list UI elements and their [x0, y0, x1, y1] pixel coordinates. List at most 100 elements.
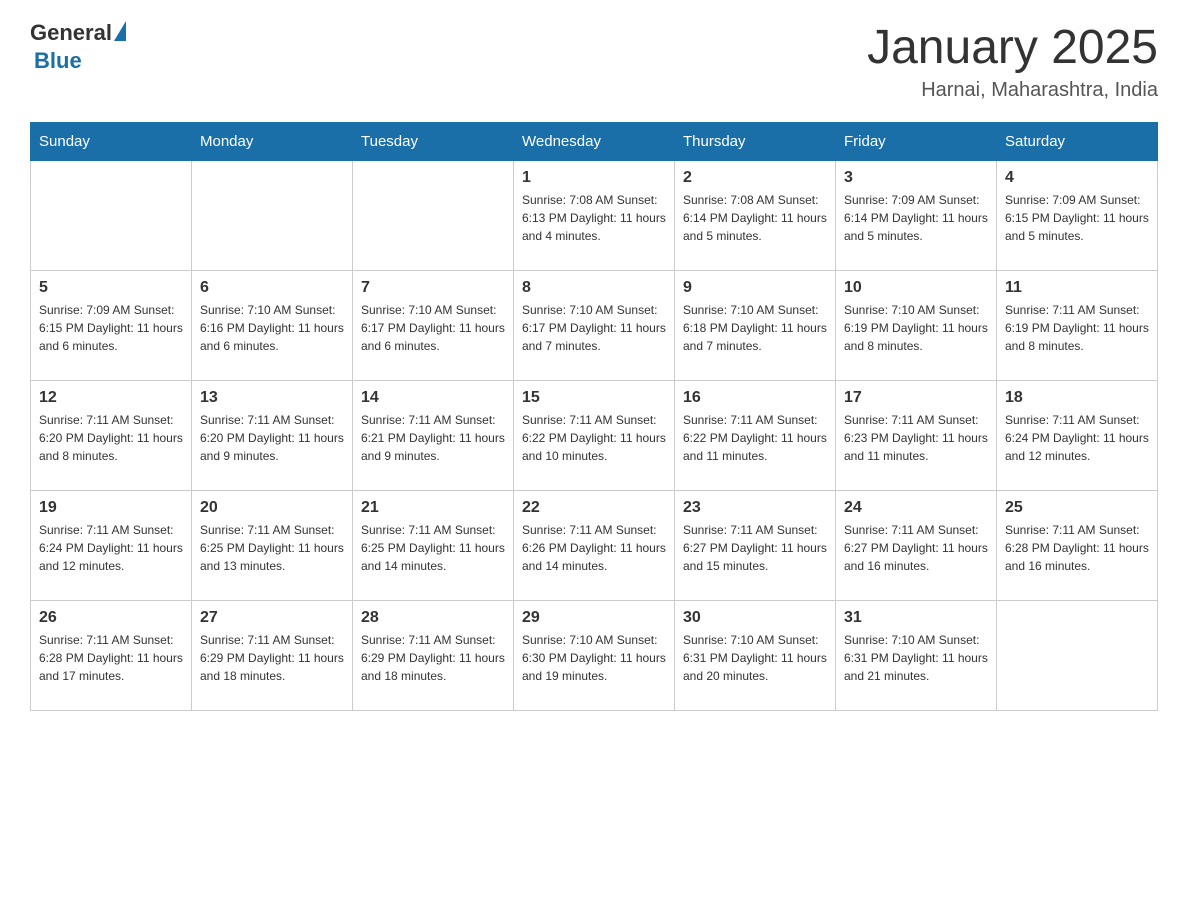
calendar-cell — [353, 161, 514, 271]
day-info: Sunrise: 7:10 AM Sunset: 6:17 PM Dayligh… — [522, 301, 666, 355]
day-info: Sunrise: 7:11 AM Sunset: 6:25 PM Dayligh… — [361, 521, 505, 575]
calendar-week-row: 12 Sunrise: 7:11 AM Sunset: 6:20 PM Dayli… — [31, 381, 1158, 491]
day-info: Sunrise: 7:10 AM Sunset: 6:30 PM Dayligh… — [522, 631, 666, 685]
day-number: 9 — [683, 279, 827, 297]
calendar-cell: 3 Sunrise: 7:09 AM Sunset: 6:14 PM Daylig… — [836, 161, 997, 271]
calendar-cell: 18 Sunrise: 7:11 AM Sunset: 6:24 PM Dayli… — [997, 381, 1158, 491]
page-header: General Blue January 2025 Harnai, Mahara… — [30, 20, 1158, 102]
calendar-body: 1 Sunrise: 7:08 AM Sunset: 6:13 PM Daylig… — [31, 161, 1158, 711]
day-number: 23 — [683, 499, 827, 517]
day-number: 12 — [39, 389, 183, 407]
calendar-day-header: Monday — [192, 123, 353, 161]
calendar-cell: 13 Sunrise: 7:11 AM Sunset: 6:20 PM Dayli… — [192, 381, 353, 491]
calendar-week-row: 26 Sunrise: 7:11 AM Sunset: 6:28 PM Dayli… — [31, 601, 1158, 711]
calendar-cell: 2 Sunrise: 7:08 AM Sunset: 6:14 PM Daylig… — [675, 161, 836, 271]
day-info: Sunrise: 7:11 AM Sunset: 6:26 PM Dayligh… — [522, 521, 666, 575]
logo-general-text: General — [30, 20, 112, 46]
calendar-cell: 4Sunrise: 7:09 AM Sunset: 6:15 PM Daylig… — [997, 161, 1158, 271]
calendar-day-header: Tuesday — [353, 123, 514, 161]
calendar-cell: 19Sunrise: 7:11 AM Sunset: 6:24 PM Dayli… — [31, 491, 192, 601]
calendar-day-header: Friday — [836, 123, 997, 161]
day-info: Sunrise: 7:10 AM Sunset: 6:16 PM Dayligh… — [200, 301, 344, 355]
day-info: Sunrise: 7:11 AM Sunset: 6:22 PM Dayligh… — [522, 411, 666, 465]
day-number: 13 — [200, 389, 344, 407]
day-number: 17 — [844, 389, 988, 407]
day-info: Sunrise: 7:10 AM Sunset: 6:19 PM Dayligh… — [844, 301, 988, 355]
calendar-cell: 12 Sunrise: 7:11 AM Sunset: 6:20 PM Dayli… — [31, 381, 192, 491]
calendar-header: SundayMondayTuesdayWednesdayThursdayFrid… — [31, 123, 1158, 161]
calendar-week-row: 5 Sunrise: 7:09 AM Sunset: 6:15 PM Daylig… — [31, 271, 1158, 381]
day-number: 24 — [844, 499, 988, 517]
day-info: Sunrise: 7:08 AM Sunset: 6:14 PM Dayligh… — [683, 191, 827, 245]
day-number: 18 — [1005, 389, 1149, 407]
calendar-cell: 6 Sunrise: 7:10 AM Sunset: 6:16 PM Daylig… — [192, 271, 353, 381]
day-info: Sunrise: 7:11 AM Sunset: 6:21 PM Dayligh… — [361, 411, 505, 465]
day-info: Sunrise: 7:10 AM Sunset: 6:31 PM Dayligh… — [683, 631, 827, 685]
day-number: 3 — [844, 169, 988, 187]
month-title: January 2025 — [867, 20, 1158, 75]
calendar-cell: 9 Sunrise: 7:10 AM Sunset: 6:18 PM Daylig… — [675, 271, 836, 381]
calendar-week-row: 19Sunrise: 7:11 AM Sunset: 6:24 PM Dayli… — [31, 491, 1158, 601]
day-info: Sunrise: 7:11 AM Sunset: 6:24 PM Dayligh… — [1005, 411, 1149, 465]
day-number: 8 — [522, 279, 666, 297]
day-info: Sunrise: 7:11 AM Sunset: 6:29 PM Dayligh… — [361, 631, 505, 685]
day-number: 28 — [361, 609, 505, 627]
day-number: 25 — [1005, 499, 1149, 517]
day-info: Sunrise: 7:11 AM Sunset: 6:20 PM Dayligh… — [200, 411, 344, 465]
calendar-header-row: SundayMondayTuesdayWednesdayThursdayFrid… — [31, 123, 1158, 161]
calendar-cell: 1 Sunrise: 7:08 AM Sunset: 6:13 PM Daylig… — [514, 161, 675, 271]
day-number: 6 — [200, 279, 344, 297]
day-number: 21 — [361, 499, 505, 517]
day-info: Sunrise: 7:11 AM Sunset: 6:27 PM Dayligh… — [683, 521, 827, 575]
calendar-cell: 31Sunrise: 7:10 AM Sunset: 6:31 PM Dayli… — [836, 601, 997, 711]
calendar-cell: 20 Sunrise: 7:11 AM Sunset: 6:25 PM Dayli… — [192, 491, 353, 601]
day-info: Sunrise: 7:09 AM Sunset: 6:15 PM Dayligh… — [39, 301, 183, 355]
day-info: Sunrise: 7:11 AM Sunset: 6:28 PM Dayligh… — [1005, 521, 1149, 575]
day-info: Sunrise: 7:10 AM Sunset: 6:17 PM Dayligh… — [361, 301, 505, 355]
day-info: Sunrise: 7:11 AM Sunset: 6:19 PM Dayligh… — [1005, 301, 1149, 355]
calendar-day-header: Wednesday — [514, 123, 675, 161]
calendar-cell: 22Sunrise: 7:11 AM Sunset: 6:26 PM Dayli… — [514, 491, 675, 601]
day-number: 2 — [683, 169, 827, 187]
location-title: Harnai, Maharashtra, India — [867, 79, 1158, 102]
day-number: 16 — [683, 389, 827, 407]
day-number: 11 — [1005, 279, 1149, 297]
calendar-cell: 23 Sunrise: 7:11 AM Sunset: 6:27 PM Dayli… — [675, 491, 836, 601]
day-info: Sunrise: 7:10 AM Sunset: 6:31 PM Dayligh… — [844, 631, 988, 685]
day-number: 26 — [39, 609, 183, 627]
day-number: 7 — [361, 279, 505, 297]
calendar-cell: 17 Sunrise: 7:11 AM Sunset: 6:23 PM Dayli… — [836, 381, 997, 491]
day-info: Sunrise: 7:11 AM Sunset: 6:25 PM Dayligh… — [200, 521, 344, 575]
day-number: 1 — [522, 169, 666, 187]
day-number: 14 — [361, 389, 505, 407]
day-number: 5 — [39, 279, 183, 297]
day-info: Sunrise: 7:11 AM Sunset: 6:28 PM Dayligh… — [39, 631, 183, 685]
calendar-cell: 21 Sunrise: 7:11 AM Sunset: 6:25 PM Dayli… — [353, 491, 514, 601]
calendar-day-header: Thursday — [675, 123, 836, 161]
calendar-cell — [192, 161, 353, 271]
day-info: Sunrise: 7:09 AM Sunset: 6:15 PM Dayligh… — [1005, 191, 1149, 245]
logo-blue-text: Blue — [34, 48, 82, 74]
day-info: Sunrise: 7:10 AM Sunset: 6:18 PM Dayligh… — [683, 301, 827, 355]
calendar-cell: 8 Sunrise: 7:10 AM Sunset: 6:17 PM Daylig… — [514, 271, 675, 381]
calendar-cell: 5 Sunrise: 7:09 AM Sunset: 6:15 PM Daylig… — [31, 271, 192, 381]
day-number: 10 — [844, 279, 988, 297]
day-number: 30 — [683, 609, 827, 627]
day-info: Sunrise: 7:11 AM Sunset: 6:24 PM Dayligh… — [39, 521, 183, 575]
day-number: 20 — [200, 499, 344, 517]
logo-triangle-icon — [114, 21, 126, 41]
calendar-week-row: 1 Sunrise: 7:08 AM Sunset: 6:13 PM Daylig… — [31, 161, 1158, 271]
calendar-cell: 26 Sunrise: 7:11 AM Sunset: 6:28 PM Dayli… — [31, 601, 192, 711]
day-info: Sunrise: 7:08 AM Sunset: 6:13 PM Dayligh… — [522, 191, 666, 245]
day-info: Sunrise: 7:09 AM Sunset: 6:14 PM Dayligh… — [844, 191, 988, 245]
calendar-cell: 28 Sunrise: 7:11 AM Sunset: 6:29 PM Dayli… — [353, 601, 514, 711]
calendar-cell — [31, 161, 192, 271]
calendar-cell: 11 Sunrise: 7:11 AM Sunset: 6:19 PM Dayli… — [997, 271, 1158, 381]
calendar-cell: 7 Sunrise: 7:10 AM Sunset: 6:17 PM Daylig… — [353, 271, 514, 381]
day-number: 15 — [522, 389, 666, 407]
day-info: Sunrise: 7:11 AM Sunset: 6:29 PM Dayligh… — [200, 631, 344, 685]
day-info: Sunrise: 7:11 AM Sunset: 6:20 PM Dayligh… — [39, 411, 183, 465]
calendar-cell: 14 Sunrise: 7:11 AM Sunset: 6:21 PM Dayli… — [353, 381, 514, 491]
day-info: Sunrise: 7:11 AM Sunset: 6:23 PM Dayligh… — [844, 411, 988, 465]
calendar-cell: 30 Sunrise: 7:10 AM Sunset: 6:31 PM Dayli… — [675, 601, 836, 711]
